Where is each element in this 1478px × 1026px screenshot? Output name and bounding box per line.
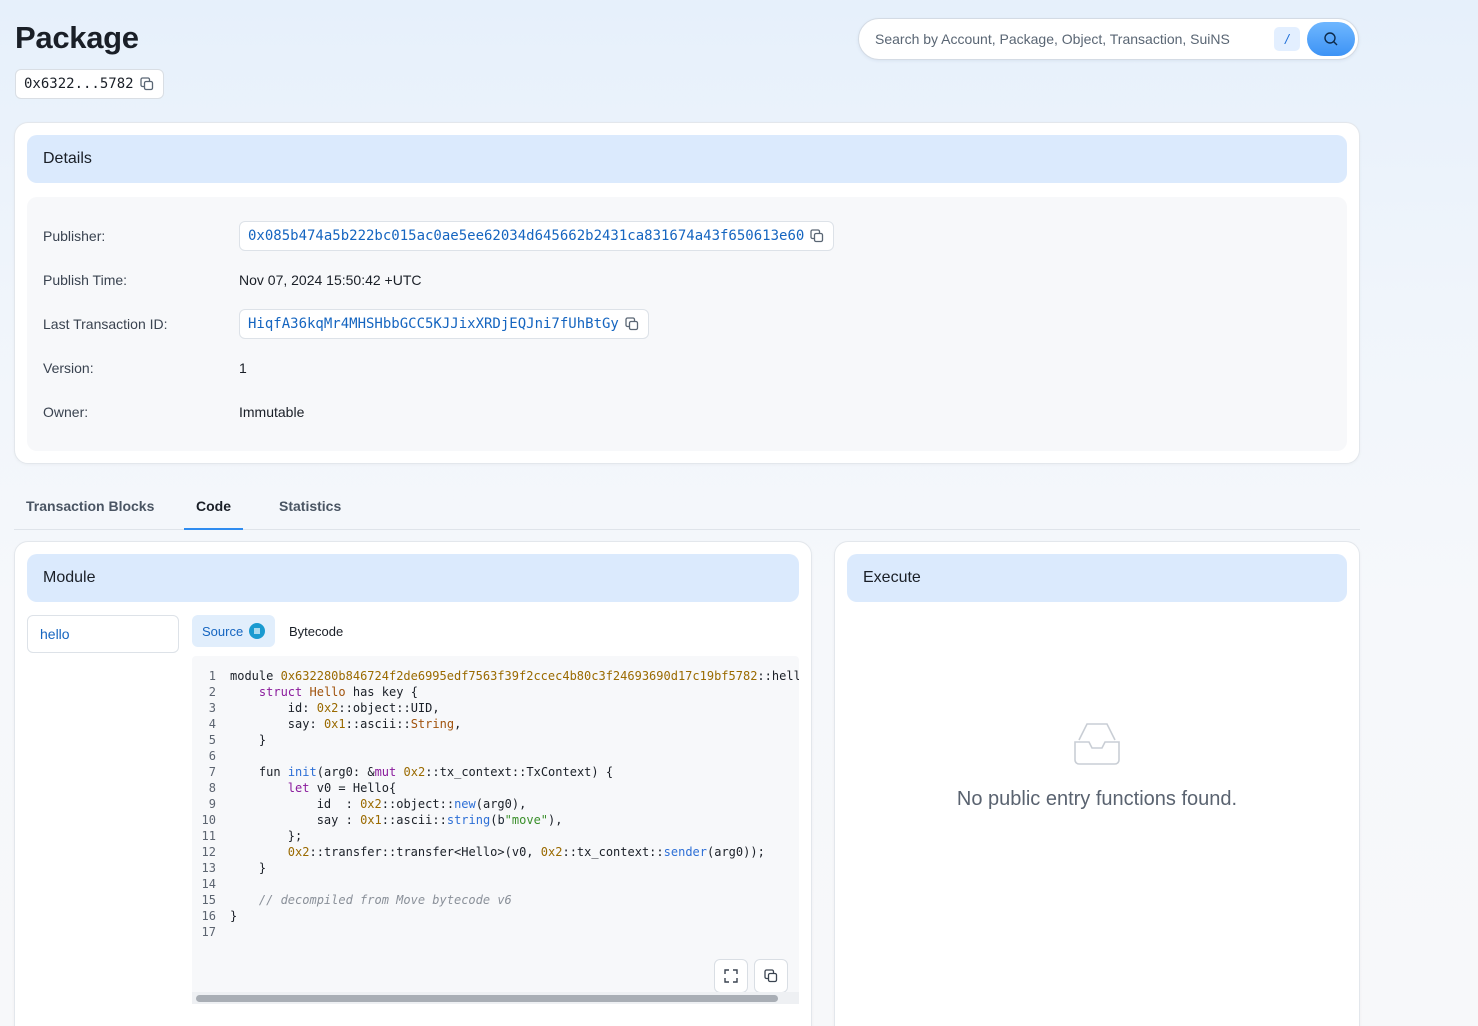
last-transaction-link[interactable]: HiqfA36kqMr4MHSHbbGCC5KJJixXRDjEQJni7fUh… <box>239 309 649 339</box>
package-address: 0x6322...5782 <box>24 76 134 92</box>
line-number: 1 <box>208 669 216 683</box>
details-header: Details <box>27 135 1347 183</box>
code-line: 1 module 0x632280b846724f2de6995edf7563f3… <box>192 668 799 684</box>
search-input[interactable] <box>875 31 1255 47</box>
fullscreen-icon <box>724 969 738 983</box>
code-line: 16} <box>192 908 799 924</box>
empty-state-message: No public entry functions found. <box>956 788 1238 810</box>
code-line: 9 id : 0x2::object::new(arg0), <box>192 796 799 812</box>
code-line: 5 } <box>192 732 799 748</box>
module-item-hello[interactable]: hello <box>27 615 179 653</box>
detail-row-publisher: Publisher: 0x085b474a5b222bc015ac0ae5ee6… <box>43 221 835 251</box>
search-bar: / <box>858 18 1359 60</box>
code-viewer[interactable]: 1 module 0x632280b846724f2de6995edf7563f3… <box>192 656 799 1004</box>
tab-transaction-blocks[interactable]: Transaction Blocks <box>26 490 154 529</box>
detail-label: Last Transaction ID: <box>43 316 168 332</box>
code-line: 15 // decompiled from Move bytecode v6 <box>192 892 799 908</box>
detail-label: Publish Time: <box>43 272 128 288</box>
detail-row-version: Version: 1 <box>43 353 247 383</box>
fullscreen-button[interactable] <box>714 959 748 993</box>
code-line: 3 id: 0x2::object::UID, <box>192 700 799 716</box>
code-horizontal-scrollbar[interactable] <box>192 992 799 1004</box>
publisher-link[interactable]: 0x085b474a5b222bc015ac0ae5ee62034d645662… <box>239 221 835 251</box>
source-tab-label: Source <box>202 623 244 639</box>
owner-value: Immutable <box>239 404 305 420</box>
detail-row-owner: Owner: Immutable <box>43 397 304 427</box>
code-line: 2 struct Hello has key { <box>192 684 799 700</box>
code-line: 14 <box>192 876 799 892</box>
page-title: Package <box>15 20 139 55</box>
bytecode-tab[interactable]: Bytecode <box>289 615 343 647</box>
tab-code[interactable]: Code <box>184 490 243 530</box>
code-line: 8 let v0 = Hello{ <box>192 780 799 796</box>
code-line: 11 }; <box>192 828 799 844</box>
scrollbar-thumb[interactable] <box>196 995 778 1002</box>
line-number: 17 <box>201 925 216 939</box>
line-number: 15 <box>201 893 216 907</box>
details-body: Publisher: 0x085b474a5b222bc015ac0ae5ee6… <box>27 197 1347 451</box>
detail-label: Owner: <box>43 404 89 420</box>
line-number: 2 <box>208 685 216 699</box>
code-line: 7 fun init(arg0: &mut 0x2::tx_context::T… <box>192 764 799 780</box>
line-number: 9 <box>208 797 216 811</box>
line-number: 11 <box>201 829 216 843</box>
execute-header: Execute <box>847 554 1347 602</box>
search-shortcut-key: / <box>1274 27 1300 51</box>
code-block: 1 module 0x632280b846724f2de6995edf7563f3… <box>192 668 799 940</box>
last-transaction-id: HiqfA36kqMr4MHSHbbGCC5KJJixXRDjEQJni7fUh… <box>248 316 619 332</box>
line-number: 8 <box>208 781 216 795</box>
copy-icon[interactable] <box>624 316 640 332</box>
code-line: 17 <box>192 924 799 940</box>
publish-time-value: Nov 07, 2024 15:50:42 +UTC <box>239 272 422 288</box>
code-line: 13 } <box>192 860 799 876</box>
detail-label: Version: <box>43 360 94 376</box>
detail-row-last-transaction: Last Transaction ID: HiqfA36kqMr4MHSHbbG… <box>43 309 649 339</box>
publisher-address: 0x085b474a5b222bc015ac0ae5ee62034d645662… <box>248 228 805 244</box>
empty-inbox-icon <box>1074 723 1120 765</box>
copy-icon <box>764 969 778 983</box>
search-icon <box>1324 32 1338 46</box>
version-value: 1 <box>239 360 247 376</box>
execute-card: Execute No public entry functions found. <box>834 541 1360 1026</box>
verified-source-icon <box>249 623 266 639</box>
line-number: 4 <box>208 717 216 731</box>
line-number: 14 <box>201 877 216 891</box>
package-address-chip[interactable]: 0x6322...5782 <box>15 69 164 99</box>
line-number: 10 <box>201 813 216 827</box>
source-tab[interactable]: Source <box>192 615 276 647</box>
code-line: 4 say: 0x1::ascii::String, <box>192 716 799 732</box>
line-number: 5 <box>208 733 216 747</box>
code-line: 12 0x2::transfer::transfer<Hello>(v0, 0x… <box>192 844 799 860</box>
line-number: 3 <box>208 701 216 715</box>
package-tabs: Transaction Blocks Code Statistics <box>14 490 1360 530</box>
line-number: 12 <box>201 845 216 859</box>
line-number: 7 <box>208 765 216 779</box>
line-number: 16 <box>201 909 216 923</box>
search-button[interactable] <box>1307 22 1355 56</box>
line-number: 13 <box>201 861 216 875</box>
tab-statistics[interactable]: Statistics <box>279 490 341 529</box>
copy-code-button[interactable] <box>754 959 788 993</box>
copy-icon[interactable] <box>809 228 825 244</box>
module-card: Module hello Source Bytecode 1 module 0x6… <box>14 541 812 1026</box>
details-card: Details Publisher: 0x085b474a5b222bc015a… <box>14 122 1360 464</box>
line-number: 6 <box>208 749 216 763</box>
module-header: Module <box>27 554 799 602</box>
copy-icon[interactable] <box>139 76 155 92</box>
code-line: 6 <box>192 748 799 764</box>
detail-label: Publisher: <box>43 228 106 244</box>
detail-row-publish-time: Publish Time: Nov 07, 2024 15:50:42 +UTC <box>43 265 422 295</box>
code-line: 10 say : 0x1::ascii::string(b"move"), <box>192 812 799 828</box>
